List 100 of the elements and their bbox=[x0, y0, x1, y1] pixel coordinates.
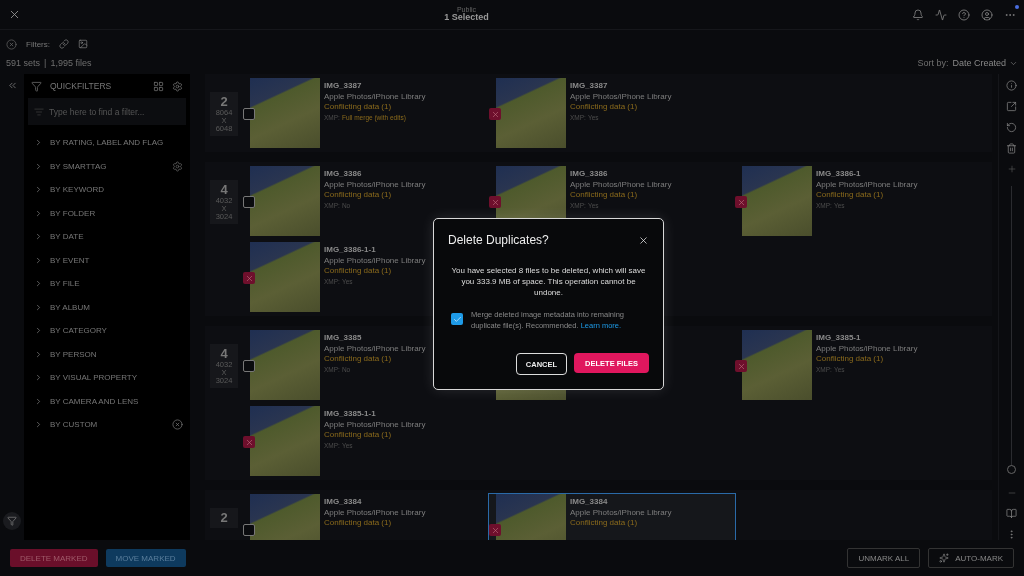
conflict-text: Conflicting data (1) bbox=[324, 266, 393, 277]
file-name: IMG_3384 bbox=[570, 497, 609, 508]
search-field[interactable]: Type here to find a filter... bbox=[28, 98, 186, 125]
set-count: 4 bbox=[220, 346, 228, 361]
chevron-icon[interactable] bbox=[34, 138, 43, 148]
close-button[interactable] bbox=[638, 234, 649, 246]
x-icon bbox=[244, 273, 254, 283]
delete-mark[interactable] bbox=[735, 196, 747, 208]
filter-category[interactable]: BY CAMERA AND LENS bbox=[50, 396, 183, 406]
delete-mark[interactable] bbox=[489, 196, 501, 208]
sort-dropdown[interactable]: Date Created bbox=[952, 58, 1018, 68]
unmark-button[interactable]: UNMARK ALL bbox=[847, 548, 921, 568]
filter-category[interactable]: BY CUSTOM bbox=[50, 420, 165, 430]
filter-category[interactable]: BY DATE bbox=[50, 232, 183, 242]
checkbox[interactable] bbox=[243, 360, 255, 372]
file-name: IMG_3386-1 bbox=[816, 169, 862, 180]
set-count: 2 bbox=[220, 94, 228, 109]
set-count: 2 bbox=[220, 510, 228, 525]
chevron-icon[interactable] bbox=[34, 279, 43, 289]
conflict-text: Conflicting data (1) bbox=[816, 190, 885, 201]
zoom-slider[interactable] bbox=[1006, 186, 1017, 474]
rotate-icon[interactable] bbox=[1006, 122, 1017, 133]
filter-category[interactable]: BY FOLDER bbox=[50, 208, 183, 218]
filter-category[interactable]: BY VISUAL PROPERTY bbox=[50, 373, 183, 383]
sidebar-title: QUICKFILTERS bbox=[50, 81, 113, 91]
x-icon bbox=[736, 197, 746, 207]
x-icon bbox=[736, 361, 746, 371]
filter-icon bbox=[7, 516, 17, 526]
image-icon[interactable] bbox=[78, 39, 88, 49]
close-icon[interactable] bbox=[8, 8, 21, 21]
sets-count: 591 sets bbox=[6, 58, 41, 68]
auto-mark-button[interactable]: AUTO-MARK bbox=[928, 548, 1014, 568]
chevron-icon[interactable] bbox=[34, 161, 43, 171]
delete-mark[interactable] bbox=[243, 436, 255, 448]
filter-category[interactable]: BY CATEGORY bbox=[50, 326, 183, 336]
x-icon bbox=[490, 109, 500, 119]
photo-placeholder bbox=[742, 330, 812, 400]
trash-icon[interactable] bbox=[1006, 143, 1017, 154]
checkbox[interactable] bbox=[451, 313, 463, 325]
user-icon[interactable] bbox=[981, 8, 993, 21]
check-icon bbox=[452, 314, 462, 324]
external-link-icon[interactable] bbox=[1006, 101, 1017, 112]
chevron-icon[interactable] bbox=[34, 349, 43, 359]
filter-button[interactable] bbox=[3, 512, 21, 530]
settings-icon[interactable] bbox=[172, 80, 183, 92]
activity-icon[interactable] bbox=[935, 8, 947, 21]
help-icon[interactable] bbox=[958, 8, 970, 21]
link-icon[interactable] bbox=[59, 39, 69, 49]
checkbox[interactable] bbox=[243, 524, 255, 536]
x-icon bbox=[244, 437, 254, 447]
chevron-icon[interactable] bbox=[34, 255, 43, 265]
info-icon[interactable] bbox=[1006, 80, 1017, 91]
chevron-icon[interactable] bbox=[34, 326, 43, 336]
filter-category[interactable]: BY EVENT bbox=[50, 255, 183, 265]
file-name: IMG_3387 bbox=[324, 81, 363, 92]
chevron-icon[interactable] bbox=[34, 232, 43, 242]
delete-mark[interactable] bbox=[489, 108, 501, 120]
move-button[interactable]: MOVE MARKED bbox=[105, 549, 186, 567]
conflict-text: Conflicting data (1) bbox=[324, 102, 393, 113]
photo-placeholder bbox=[250, 166, 320, 236]
chevron-icon[interactable] bbox=[34, 420, 43, 430]
file-name: IMG_3385-1 bbox=[816, 333, 862, 344]
remove-icon[interactable] bbox=[172, 419, 183, 431]
window-title: 1 Selected bbox=[444, 13, 489, 24]
filter-category[interactable]: BY PERSON bbox=[50, 349, 183, 359]
collapse-icon[interactable] bbox=[6, 80, 18, 91]
settings-icon[interactable] bbox=[172, 160, 183, 172]
photo-placeholder bbox=[250, 242, 320, 312]
chevron-icon[interactable] bbox=[34, 396, 43, 406]
chevron-icon[interactable] bbox=[34, 302, 43, 312]
checkbox[interactable] bbox=[243, 196, 255, 208]
plus-icon[interactable] bbox=[1006, 164, 1017, 174]
chevron-icon[interactable] bbox=[34, 185, 43, 195]
conflict-text: Conflicting data (1) bbox=[324, 354, 393, 365]
dialog-title: Delete Duplicates? bbox=[448, 233, 549, 247]
file-name: IMG_3384 bbox=[324, 497, 363, 508]
delete-mark[interactable] bbox=[489, 524, 501, 536]
checkbox[interactable] bbox=[243, 108, 255, 120]
filter-category[interactable]: BY KEYWORD bbox=[50, 185, 183, 195]
grid-icon[interactable] bbox=[153, 80, 164, 92]
filter-category[interactable]: BY FILE bbox=[50, 279, 183, 289]
delete-mark[interactable] bbox=[243, 272, 255, 284]
filter-category[interactable]: BY ALBUM bbox=[50, 302, 183, 312]
file-entry[interactable]: IMG_3384 Apple Photos/iPhone Library Conflicting data (1) bbox=[243, 494, 489, 540]
files-count: 1,995 files bbox=[50, 58, 92, 68]
file-source: Apple Photos/iPhone Library bbox=[570, 507, 672, 518]
delete-mark[interactable] bbox=[735, 360, 747, 372]
chevron-icon[interactable] bbox=[34, 373, 43, 383]
photo-placeholder bbox=[496, 78, 566, 148]
filter-category[interactable]: BY SMARTTAG bbox=[50, 161, 165, 171]
slider-thumb[interactable] bbox=[1007, 465, 1016, 474]
conflict-text: Conflicting data (1) bbox=[324, 518, 393, 529]
book-icon[interactable] bbox=[1006, 508, 1017, 519]
conflict-text: Conflicting data (1) bbox=[570, 518, 639, 529]
clear-icon[interactable] bbox=[6, 38, 17, 50]
conflict-text: Conflicting data (1) bbox=[570, 102, 639, 113]
bell-icon[interactable] bbox=[912, 8, 924, 21]
chevron-icon[interactable] bbox=[34, 208, 43, 218]
selected-file-card[interactable]: IMG_3384 Apple Photos/iPhone Library Conflicting data (1) bbox=[489, 494, 735, 540]
filter-category[interactable]: BY RATING, LABEL AND FLAG bbox=[50, 138, 183, 148]
